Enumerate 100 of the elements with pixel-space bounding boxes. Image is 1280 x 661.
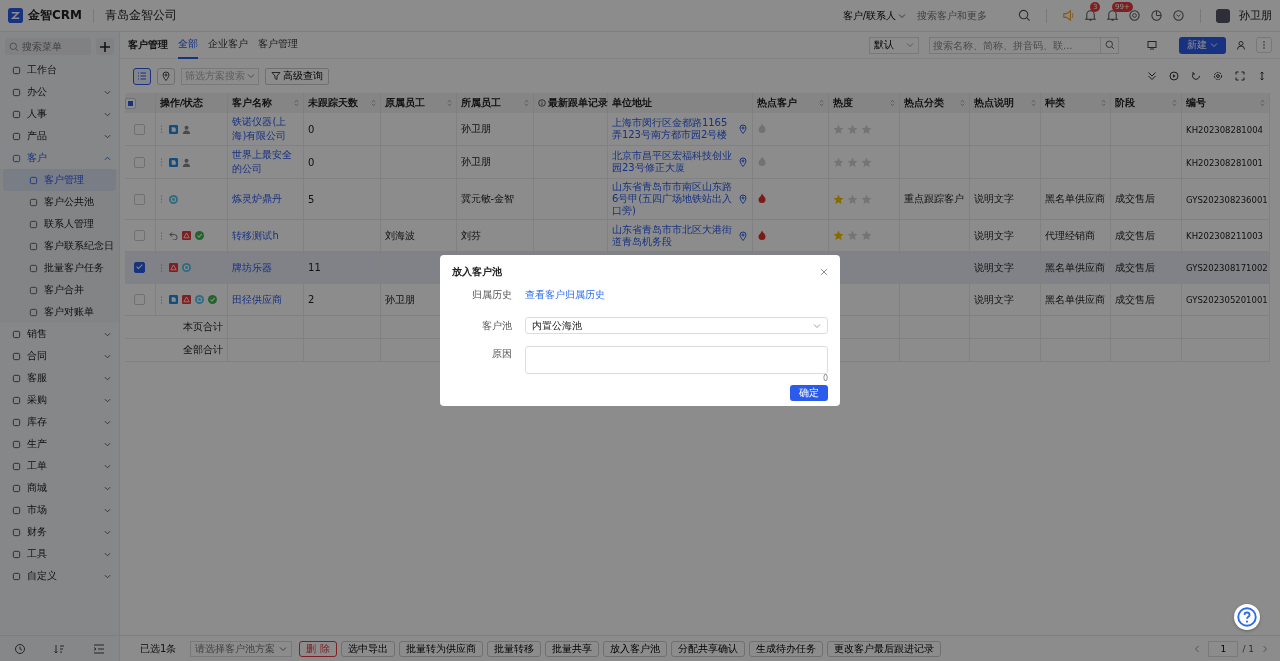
sidebar-subitem[interactable]: 客户公共池: [3, 191, 116, 213]
location-pin-icon[interactable]: [738, 157, 749, 167]
sidebar-item[interactable]: 采购: [0, 389, 119, 411]
sidebar-subitem[interactable]: 客户联系纪念日: [3, 235, 116, 257]
action-button[interactable]: 放入客户池: [602, 640, 667, 657]
star-icon[interactable]: [846, 123, 858, 135]
action-button[interactable]: 选中导出: [340, 640, 395, 657]
action-button[interactable]: 批量转为供应商: [398, 640, 483, 657]
sidebar-item[interactable]: 生产: [0, 433, 119, 455]
address-link[interactable]: 山东省青岛市市南区山东路6号甲(五四广场地铁站出入口旁): [611, 181, 736, 217]
sidebar-item[interactable]: 工单: [0, 455, 119, 477]
sort-icon[interactable]: [294, 99, 300, 107]
ownership-history-link[interactable]: 查看客户归属历史: [525, 287, 605, 303]
sidebar-item[interactable]: 合同: [0, 345, 119, 367]
page-number-field[interactable]: 1: [1208, 640, 1239, 657]
column-header[interactable]: 热度: [828, 93, 900, 113]
bell-icon[interactable]: [1106, 9, 1119, 22]
bell-icon[interactable]: [1084, 9, 1097, 22]
scope-select[interactable]: 客户/联系人: [842, 8, 906, 23]
select-all-checkbox[interactable]: [125, 98, 136, 109]
search-button[interactable]: [1101, 36, 1119, 54]
more-icon[interactable]: [159, 158, 163, 166]
action-button[interactable]: 批量转移: [486, 640, 541, 657]
more-icon[interactable]: [159, 195, 163, 203]
column-header[interactable]: 热点说明: [969, 93, 1041, 113]
advanced-search-button[interactable]: 高级查询: [265, 67, 329, 85]
view-select[interactable]: 默认: [869, 36, 919, 54]
history-icon[interactable]: [13, 642, 26, 655]
address-link[interactable]: 北京市昌平区宏福科技创业园23号修正大厦: [611, 150, 736, 174]
column-header[interactable]: 编号: [1181, 93, 1270, 113]
settings-icon[interactable]: [1213, 71, 1223, 81]
customer-name-link[interactable]: 田径供应商: [232, 292, 300, 307]
more-icon[interactable]: [1256, 37, 1272, 53]
sidebar-item[interactable]: 销售: [0, 323, 119, 345]
column-header[interactable]: 阶段: [1110, 93, 1182, 113]
star-icon[interactable]: [846, 156, 858, 168]
add-button[interactable]: [96, 38, 114, 55]
sidebar-subitem[interactable]: 客户合并: [3, 279, 116, 301]
close-icon[interactable]: [820, 268, 828, 276]
sidebar-subitem[interactable]: 批量客户任务: [3, 257, 116, 279]
star-icon[interactable]: [860, 230, 872, 241]
address-link[interactable]: 山东省青岛市市北区大港街道青岛机务段: [611, 223, 736, 248]
sort-icon[interactable]: [1030, 99, 1036, 107]
sidebar-item[interactable]: 商城: [0, 477, 119, 499]
sidebar-item[interactable]: 工作台: [0, 59, 119, 81]
star-icon[interactable]: [846, 193, 858, 205]
customer-name-link[interactable]: 铁诺仪器(上海)有限公司: [232, 115, 300, 143]
address-link[interactable]: 上海市闵行区金都路1165弄123号南方都市园2号楼: [611, 117, 736, 141]
sort-icon[interactable]: [960, 99, 966, 107]
sort-icon[interactable]: [889, 99, 895, 107]
sort-icon[interactable]: [1172, 99, 1178, 107]
double-chevron-icon[interactable]: [1147, 71, 1157, 81]
new-button[interactable]: 新建: [1179, 36, 1226, 54]
sidebar-item[interactable]: 市场: [0, 499, 119, 521]
column-header[interactable]: 客户名称: [227, 93, 304, 113]
sidebar-item[interactable]: 工具: [0, 543, 119, 565]
page-tab[interactable]: 企业客户: [208, 31, 248, 59]
help-button[interactable]: [1234, 604, 1260, 630]
star-icon[interactable]: [860, 156, 872, 168]
sidebar-item[interactable]: 客户: [0, 147, 119, 169]
search-icon[interactable]: [1018, 9, 1031, 22]
map-view-button[interactable]: [157, 67, 175, 85]
column-header[interactable]: 操作/状态: [155, 93, 228, 113]
action-button[interactable]: 批量共享: [544, 640, 599, 657]
customer-pool-select[interactable]: 内置公海池: [525, 317, 828, 334]
reason-field[interactable]: [525, 346, 828, 374]
column-height-icon[interactable]: [1257, 71, 1267, 81]
column-header[interactable]: 最新跟单记录: [533, 93, 608, 113]
refresh-icon[interactable]: [1191, 71, 1201, 81]
location-pin-icon[interactable]: [738, 124, 749, 134]
user-name[interactable]: 孙卫朋: [1239, 8, 1272, 23]
sort-icon[interactable]: [446, 99, 452, 107]
sidebar-subitem[interactable]: 客户对账单: [3, 301, 116, 323]
user-icon[interactable]: [1236, 40, 1246, 50]
sidebar-item[interactable]: 人事: [0, 103, 119, 125]
play-icon[interactable]: [1169, 71, 1179, 81]
star-icon[interactable]: [832, 123, 844, 135]
customer-name-link[interactable]: 转移测试h: [232, 228, 300, 243]
sidebar-item[interactable]: 财务: [0, 521, 119, 543]
star-icon[interactable]: [860, 123, 872, 135]
monitor-icon[interactable]: [1147, 40, 1157, 50]
column-header[interactable]: 热点分类: [899, 93, 970, 113]
sidebar-subitem[interactable]: 客户管理: [3, 169, 116, 191]
action-button[interactable]: 生成待办任务: [748, 640, 823, 657]
more-icon[interactable]: [159, 125, 163, 133]
star-icon[interactable]: [832, 156, 844, 168]
sidebar-item[interactable]: 库存: [0, 411, 119, 433]
sort-icon[interactable]: [1101, 99, 1107, 107]
pie-chart-icon[interactable]: [1150, 9, 1163, 22]
column-header[interactable]: 未跟踪天数: [303, 93, 381, 113]
action-button[interactable]: 分配共享确认: [670, 640, 745, 657]
column-header[interactable]: 单位地址: [607, 93, 753, 113]
list-view-button[interactable]: [133, 67, 151, 85]
pool-scheme-select[interactable]: 请选择客户池方案: [190, 640, 293, 657]
location-pin-icon[interactable]: [738, 230, 749, 241]
sort-icon[interactable]: [53, 642, 66, 655]
sidebar-item[interactable]: 客服: [0, 367, 119, 389]
page-tab[interactable]: 全部: [178, 31, 198, 59]
column-header[interactable]: 原属员工: [380, 93, 456, 113]
user-avatar[interactable]: [1216, 8, 1230, 23]
